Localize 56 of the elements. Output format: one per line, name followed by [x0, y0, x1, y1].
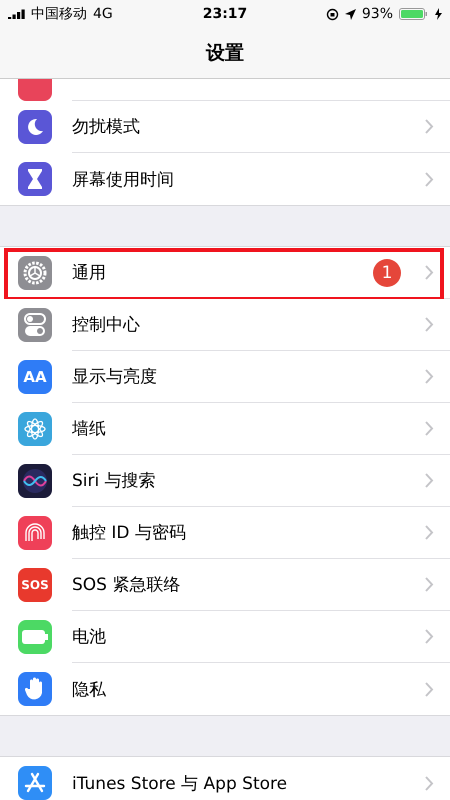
- signal-icon: [8, 9, 25, 19]
- setting-label: 勿扰模式: [72, 116, 141, 138]
- setting-label: 控制中心: [72, 314, 141, 336]
- setting-label: 触控 ID 与密码: [72, 522, 187, 544]
- chevron-icon: [425, 421, 434, 436]
- network-type: 4G: [93, 6, 113, 22]
- settings-row[interactable]: 墙纸: [0, 403, 450, 455]
- settings-row[interactable]: 屏幕使用时间: [0, 153, 450, 205]
- chevron-icon: [425, 119, 434, 134]
- setting-label: 墙纸: [72, 418, 107, 440]
- chevron-icon: [425, 369, 434, 384]
- chevron-icon: [425, 577, 434, 592]
- settings-row[interactable]: SOS SOS 紧急联络: [0, 559, 450, 611]
- setting-label: Siri 与搜索: [72, 470, 157, 492]
- battery-percentage: 93%: [362, 6, 394, 22]
- setting-label: iTunes Store 与 App Store: [72, 772, 288, 794]
- setting-label: 通用: [72, 262, 107, 284]
- battery-icon: [22, 630, 48, 644]
- hourglass-icon: [27, 168, 43, 190]
- settings-row[interactable]: 控制中心: [0, 299, 450, 351]
- rotation-lock-icon: [326, 8, 339, 20]
- chevron-icon: [425, 265, 434, 280]
- app-store-icon: [24, 772, 46, 794]
- chevron-icon: [425, 172, 434, 186]
- setting-label: 隐私: [72, 678, 107, 700]
- chevron-icon: [425, 629, 434, 644]
- settings-row[interactable]: Siri 与搜索: [0, 455, 450, 507]
- settings-row[interactable]: 隐私: [0, 663, 450, 715]
- setting-label: 电池: [72, 626, 107, 648]
- chevron-icon: [425, 317, 434, 332]
- location-arrow-icon: [344, 8, 356, 20]
- chevron-icon: [425, 525, 434, 540]
- settings-row[interactable]: AA 显示与亮度: [0, 351, 450, 403]
- settings-row[interactable]: 触控 ID 与密码: [0, 507, 450, 559]
- setting-label: SOS 紧急联络: [72, 574, 182, 596]
- settings-row[interactable]: 电池: [0, 611, 450, 663]
- flower-icon: [23, 417, 47, 441]
- moon-icon: [25, 117, 45, 137]
- settings-row[interactable]: 勿扰模式: [0, 101, 450, 153]
- chevron-icon: [425, 473, 434, 488]
- carrier-name: 中国移动: [31, 5, 87, 23]
- setting-label: 屏幕使用时间: [72, 168, 175, 190]
- charging-bolt-icon: [435, 8, 442, 20]
- page-title: 设置: [206, 41, 244, 66]
- notification-badge: 1: [373, 258, 401, 286]
- chevron-icon: [425, 776, 434, 790]
- settings-row[interactable]: 通用 1: [0, 247, 450, 299]
- chevron-icon: [425, 682, 434, 696]
- setting-label: 显示与亮度: [72, 366, 158, 388]
- app-icon: SOS: [18, 568, 52, 602]
- toggles-icon: [24, 313, 46, 337]
- settings-row[interactable]: iTunes Store 与 App Store: [0, 757, 450, 800]
- app-icon: AA: [18, 360, 52, 394]
- hand-icon: [25, 677, 45, 701]
- clock-time: 23:17: [202, 6, 248, 22]
- battery-icon: [399, 8, 430, 20]
